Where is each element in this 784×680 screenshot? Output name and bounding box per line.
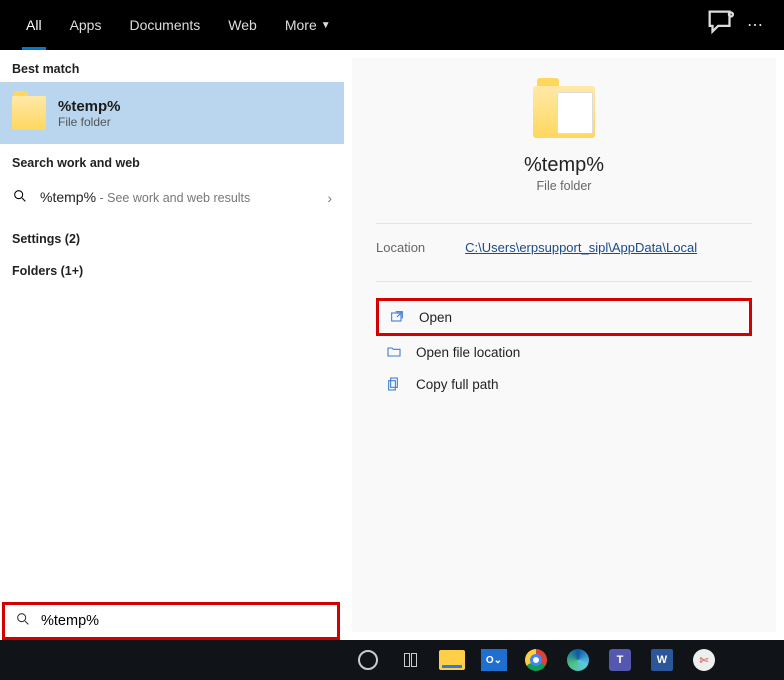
search-scope-tabs: All Apps Documents Web More ▼ ⋯ — [0, 0, 784, 50]
open-action[interactable]: Open — [376, 298, 752, 336]
open-label: Open — [419, 310, 452, 325]
chrome-icon — [525, 649, 547, 671]
folder-open-icon — [386, 344, 402, 360]
search-icon — [12, 188, 28, 209]
chrome-app[interactable] — [520, 644, 552, 676]
best-match-subtitle: File folder — [58, 115, 121, 129]
teams-icon: T — [609, 649, 631, 671]
settings-group-header[interactable]: Settings (2) — [0, 220, 344, 252]
web-hint: - See work and web results — [96, 191, 250, 205]
folders-group-header[interactable]: Folders (1+) — [0, 252, 344, 284]
word-app[interactable]: W — [646, 644, 678, 676]
teams-app[interactable]: T — [604, 644, 636, 676]
tab-all[interactable]: All — [12, 0, 56, 50]
preview-title: %temp% — [524, 154, 604, 177]
feedback-icon[interactable] — [704, 6, 738, 45]
open-file-location-action[interactable]: Open file location — [376, 336, 752, 368]
preview-pane: %temp% File folder Location C:\Users\erp… — [352, 58, 776, 632]
folder-icon — [533, 86, 595, 138]
best-match-title: %temp% — [58, 98, 121, 115]
location-row: Location C:\Users\erpsupport_sipl\AppDat… — [376, 240, 752, 255]
snipping-tool-app[interactable] — [688, 644, 720, 676]
edge-icon — [567, 649, 589, 671]
separator — [376, 281, 752, 282]
open-icon — [389, 309, 405, 325]
search-web-header: Search work and web — [0, 144, 344, 176]
task-view-button[interactable] — [394, 644, 426, 676]
location-label: Location — [376, 240, 425, 255]
search-web-result[interactable]: %temp% - See work and web results › — [0, 176, 344, 220]
edge-app[interactable] — [562, 644, 594, 676]
web-query: %temp% — [40, 189, 96, 205]
word-icon: W — [651, 649, 673, 671]
location-path-link[interactable]: C:\Users\erpsupport_sipl\AppData\Local — [465, 240, 697, 255]
task-view-icon — [404, 653, 417, 667]
search-input[interactable] — [41, 613, 327, 629]
copy-full-path-action[interactable]: Copy full path — [376, 368, 752, 400]
tab-more-label: More — [285, 17, 317, 33]
tab-web[interactable]: Web — [214, 0, 271, 50]
search-icon — [15, 611, 31, 632]
file-explorer-icon — [439, 650, 465, 670]
copy-icon — [386, 376, 402, 392]
results-list: Best match %temp% File folder Search wor… — [0, 50, 344, 640]
cortana-button[interactable] — [352, 644, 384, 676]
scissors-icon — [693, 649, 715, 671]
chevron-right-icon: › — [327, 190, 332, 206]
taskbar: O⌄ T W — [0, 640, 784, 680]
tab-more[interactable]: More ▼ — [271, 0, 345, 50]
tab-apps[interactable]: Apps — [56, 0, 116, 50]
file-explorer-app[interactable] — [436, 644, 468, 676]
preview-subtitle: File folder — [537, 179, 592, 193]
best-match-result[interactable]: %temp% File folder — [0, 82, 344, 144]
best-match-header: Best match — [0, 50, 344, 82]
tab-documents[interactable]: Documents — [115, 0, 214, 50]
separator — [376, 223, 752, 224]
copy-full-path-label: Copy full path — [416, 377, 499, 392]
chevron-down-icon: ▼ — [321, 20, 331, 31]
outlook-icon: O⌄ — [481, 649, 507, 671]
open-file-location-label: Open file location — [416, 345, 520, 360]
more-options-icon[interactable]: ⋯ — [738, 15, 772, 35]
folder-icon — [12, 96, 46, 130]
search-box[interactable] — [2, 602, 340, 640]
cortana-icon — [358, 650, 378, 670]
outlook-app[interactable]: O⌄ — [478, 644, 510, 676]
